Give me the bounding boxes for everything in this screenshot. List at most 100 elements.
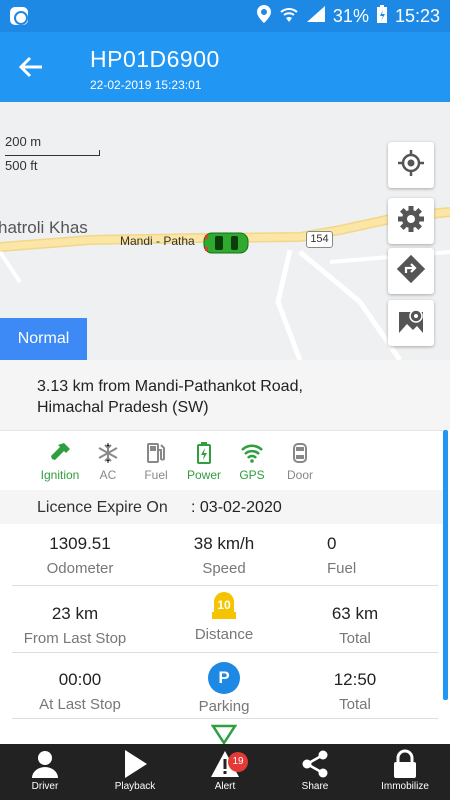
bottom-navigation: Driver Playback Alert 19 Share Immobiliz… [0,744,450,800]
nav-share-label: Share [301,781,329,792]
odometer-label: Odometer [46,560,114,577]
at-last-stop-stat: 00:00 At Last Stop [5,670,155,713]
parking-label: Parking [198,698,250,715]
address-line-1: 3.13 km from Mandi-Pathankot Road, [37,378,303,395]
distance-stat: 10 Distance [149,592,299,643]
map-pin-icon [397,307,425,340]
crosshair-icon [397,149,425,182]
at-last-stop-value: 00:00 [58,670,102,689]
address-line-2: Himachal Pradesh (SW) [37,399,209,416]
back-arrow-icon[interactable] [18,54,44,80]
app-bar: HP01D6900 22-02-2019 15:23:01 [0,32,450,102]
battery-percent: 31% [332,6,369,26]
key-icon [51,443,70,460]
from-last-stop-value: 23 km [51,604,99,623]
distance-badge-icon: 10 [209,592,239,622]
directions-button[interactable] [388,248,434,294]
scrollbar[interactable] [443,430,448,700]
wifi-icon [241,444,263,463]
nav-alert[interactable]: Alert 19 [180,744,270,800]
divider [12,718,438,719]
road-number-shield: 154 [306,231,333,248]
distance-badge-number: 10 [217,598,231,612]
sensor-door: Door [276,431,324,490]
nav-driver-label: Driver [31,781,59,792]
map-scale: 200 m 500 ft [5,134,100,173]
person-icon [32,751,58,778]
last-update-timestamp: 22-02-2019 15:23:01 [90,78,202,92]
play-icon [125,750,147,778]
divider [12,652,438,653]
nav-share[interactable]: Share [270,744,360,800]
vehicle-car-icon[interactable] [203,232,249,254]
speed-stat: 38 km/h Speed [149,534,299,577]
nav-alert-label: Alert [214,781,236,792]
fuel-stat: 0 Fuel [283,534,413,577]
at-last-stop-label: At Last Stop [39,696,121,713]
speed-label: Speed [202,560,246,577]
sensor-ignition: Ignition [36,431,84,490]
scale-bar [5,150,100,156]
parking-icon: P [208,662,240,694]
snowflake-icon [98,443,118,463]
map-view[interactable]: 200 m 500 ft hatroli Khas Mandi - Patha … [0,102,450,360]
location-address: 3.13 km from Mandi-Pathankot Road, Himac… [0,360,450,430]
odometer-value: 1309.51 [49,534,111,553]
total-distance-value: 63 km [331,604,379,623]
sensor-label: Power [186,468,221,482]
speed-value: 38 km/h [193,534,255,553]
stats-grid: 1309.51 Odometer 38 km/h Speed 0 Fuel 23… [0,524,443,746]
alert-count-badge: 19 [228,752,248,772]
from-last-stop-label: From Last Stop [23,630,127,647]
battery-icon [197,442,211,464]
app-notification-icon [10,7,28,25]
map-road-label: Mandi - Patha [120,234,195,248]
map-settings-button[interactable] [388,198,434,244]
fuel-pump-icon [147,443,165,463]
sensor-ac: AC [84,431,132,490]
divider [12,585,438,586]
directions-icon [396,254,426,288]
scale-feet: 500 ft [5,158,38,173]
lock-icon [394,749,416,778]
nav-playback[interactable]: Playback [90,744,180,800]
total-time-label: Total [339,696,371,713]
sensor-label: Ignition [40,468,80,482]
total-distance-label: Total [339,630,371,647]
total-distance-stat: 63 km Total [280,604,430,647]
vehicle-number: HP01D6900 [90,46,220,72]
scale-meters: 200 m [5,134,42,149]
from-last-stop-stat: 23 km From Last Stop [0,604,150,647]
sensor-gps: GPS [228,431,276,490]
sensor-power: Power [180,431,228,490]
distance-label: Distance [194,626,254,643]
licence-label: Licence Expire On [37,499,168,516]
nav-immobilize-label: Immobilize [381,781,429,792]
car-door-icon [293,443,307,463]
licence-expiry-row: Licence Expire On : 03-02-2020 [0,490,443,524]
gear-icon [397,205,425,238]
wifi-status-icon [279,6,299,27]
sensor-fuel: Fuel [132,431,180,490]
odometer-stat: 1309.51 Odometer [5,534,155,577]
sensor-label: Fuel [144,468,168,482]
nav-driver[interactable]: Driver [0,744,90,800]
total-time-value: 12:50 [333,670,377,689]
map-place-label: hatroli Khas [0,218,88,237]
my-location-button[interactable] [388,142,434,188]
map-type-button[interactable] [388,300,434,346]
map-mode-normal-button[interactable]: Normal [0,318,87,360]
parking-stat: P Parking [149,662,299,715]
sensor-status-row: Ignition AC Fuel Power GPS Door [0,430,443,490]
total-time-stat: 12:50 Total [280,670,430,713]
nav-playback-label: Playback [114,781,156,792]
nav-immobilize[interactable]: Immobilize [360,744,450,800]
signal-icon [306,6,325,27]
battery-charging-icon [376,5,387,28]
fuel-value: 0 [327,534,337,553]
share-icon [302,750,328,778]
licence-value: : 03-02-2020 [191,499,282,516]
sensor-label: Door [286,468,313,482]
status-bar: 31% 15:23 [0,0,450,32]
clock: 15:23 [394,6,440,26]
